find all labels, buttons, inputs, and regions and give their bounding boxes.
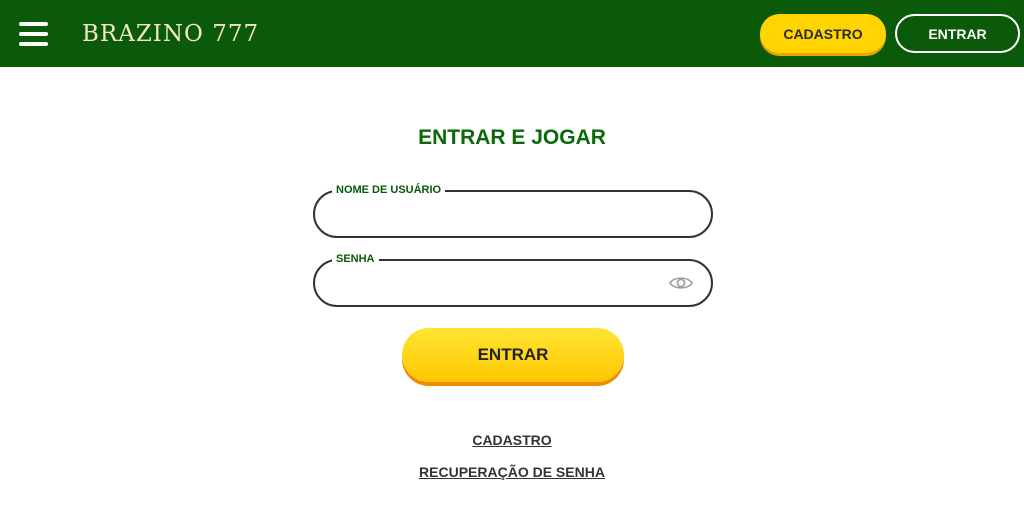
login-submit-button[interactable]: ENTRAR bbox=[402, 328, 624, 382]
top-header: BRAZINO 777 CADASTRO ENTRAR bbox=[0, 0, 1024, 67]
username-label: NOME DE USUÁRIO bbox=[332, 183, 446, 197]
password-field[interactable]: SENHA bbox=[313, 252, 713, 307]
password-input[interactable] bbox=[335, 271, 665, 297]
header-register-button[interactable]: CADASTRO bbox=[760, 14, 886, 53]
menu-bar bbox=[19, 42, 48, 46]
register-link-row: CADASTRO bbox=[0, 431, 1024, 449]
brand-logo[interactable]: BRAZINO 777 bbox=[82, 19, 259, 49]
recover-password-link-row: RECUPERAÇÃO DE SENHA bbox=[0, 463, 1024, 481]
eye-icon[interactable] bbox=[669, 275, 693, 291]
password-label: SENHA bbox=[332, 252, 379, 266]
menu-bar bbox=[19, 22, 48, 26]
header-login-button[interactable]: ENTRAR bbox=[895, 14, 1020, 53]
hamburger-menu-icon[interactable] bbox=[19, 22, 48, 46]
page-title: ENTRAR E JOGAR bbox=[418, 126, 606, 149]
register-link[interactable]: CADASTRO bbox=[472, 432, 551, 448]
username-input[interactable] bbox=[335, 202, 665, 228]
menu-bar bbox=[19, 32, 48, 36]
recover-password-link[interactable]: RECUPERAÇÃO DE SENHA bbox=[419, 464, 605, 480]
username-field[interactable]: NOME DE USUÁRIO bbox=[313, 183, 713, 238]
